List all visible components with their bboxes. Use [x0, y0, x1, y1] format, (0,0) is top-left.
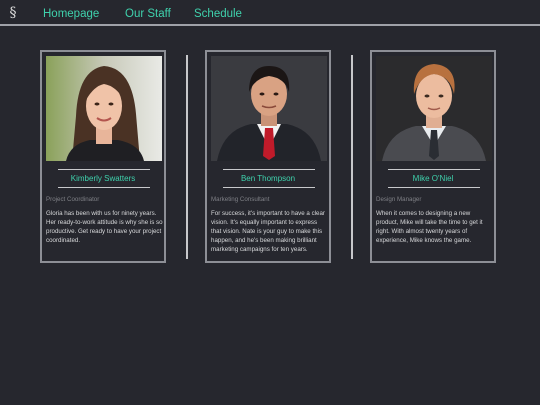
name-rule-bottom	[58, 187, 150, 188]
name-rule-bottom	[223, 187, 315, 188]
staff-photo	[211, 56, 327, 161]
name-rule-top	[58, 169, 150, 170]
nav-link-our-staff[interactable]: Our Staff	[125, 7, 171, 21]
staff-card: Mike O'Niel Design Manager When it comes…	[370, 50, 496, 263]
nav-link-homepage[interactable]: Homepage	[43, 7, 99, 21]
name-rule-top	[388, 169, 480, 170]
staff-name[interactable]: Mike O'Niel	[372, 174, 494, 184]
staff-name[interactable]: Kimberly Swatters	[42, 174, 164, 184]
staff-photo	[46, 56, 162, 161]
staff-role: Project Coordinator	[46, 196, 100, 203]
staff-name[interactable]: Ben Thompson	[207, 174, 329, 184]
name-rule-top	[223, 169, 315, 170]
staff-role: Design Manager	[376, 196, 422, 203]
staff-bio: When it comes to designing a new product…	[376, 210, 483, 244]
staff-card: Ben Thompson Marketing Consultant For su…	[205, 50, 331, 263]
nav-link-schedule[interactable]: Schedule	[194, 7, 242, 21]
logo-icon[interactable]: §	[8, 4, 18, 22]
staff-role: Marketing Consultant	[211, 196, 270, 203]
staff-photo	[376, 56, 492, 161]
name-rule-bottom	[388, 187, 480, 188]
top-navbar: § Homepage Our Staff Schedule	[0, 0, 540, 26]
column-divider	[186, 55, 188, 259]
column-divider	[351, 55, 353, 259]
staff-card: Kimberly Swatters Project Coordinator Gl…	[40, 50, 166, 263]
staff-bio: Gloria has been with us for ninety years…	[46, 210, 163, 244]
staff-bio: For success, it's important to have a cl…	[211, 210, 325, 253]
